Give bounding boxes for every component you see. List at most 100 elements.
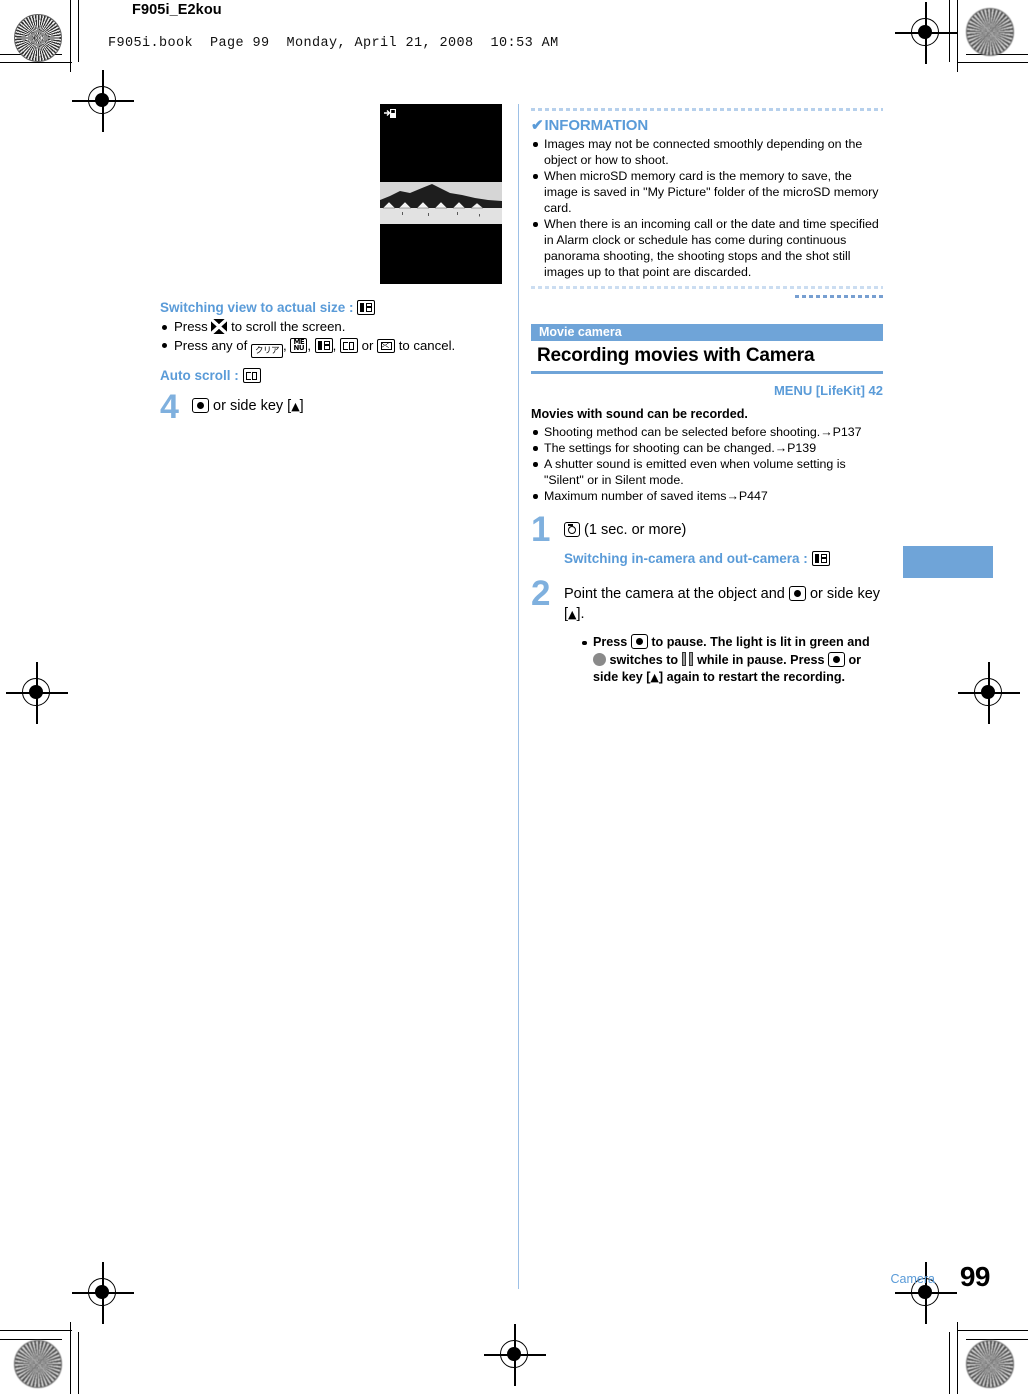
note-part-3: switches to [609, 652, 679, 667]
information-block: ✔INFORMATION Images may not be connected… [531, 108, 883, 303]
information-bottom-rule [531, 286, 883, 289]
section-underline [531, 371, 883, 375]
left-bullet-list: Press to scroll the screen. Press any of… [160, 318, 502, 358]
menu-key-icon: ME NU [290, 337, 308, 353]
step-body: (1 sec. or more) [564, 520, 883, 540]
switching-actual-size-heading: Switching view to actual size : [160, 300, 502, 315]
crop-line-inner-right-v [949, 0, 951, 62]
dpad-icon [211, 319, 228, 334]
page-footer: Camera 99 [0, 1261, 1028, 1302]
sep: , [282, 337, 291, 353]
registration-mark-top-left-lower [72, 70, 134, 132]
menu-path-line: MENU [LifeKit] 42 [773, 383, 883, 399]
left-column: Switching view to actual size : Press to… [160, 104, 502, 424]
list-item: A shutter sound is emitted even when vol… [531, 456, 883, 488]
list-item: The settings for shooting can be changed… [531, 440, 883, 456]
step-1: 1 (1 sec. or more) Switching in-camera a… [531, 512, 883, 567]
crop-line-inner-bl-v [78, 1332, 80, 1394]
section-tag-label: Movie camera [539, 325, 622, 339]
up-arrow-glyph: ▲ [568, 608, 577, 622]
mail-key-icon [377, 338, 396, 353]
or-word: or [361, 337, 374, 353]
crop-line-bottom-left-v [70, 1322, 72, 1394]
up-arrow-glyph: ▲ [291, 399, 300, 413]
section-side-tab [903, 546, 993, 578]
list-item: When there is an incoming call or the da… [531, 216, 883, 280]
step-number: 4 [160, 387, 179, 426]
list-item: Press to pause. The light is lit in gree… [580, 634, 883, 687]
photo-key-icon [811, 551, 830, 567]
section-lead: Movies with sound can be recorded. [531, 407, 748, 422]
information-top-rule [531, 108, 883, 111]
step-body: or side key [▲] [192, 397, 502, 416]
print-rosette-bottom-right [966, 1340, 1014, 1388]
bullet-text-post: to scroll the screen. [231, 319, 346, 334]
camera-key-icon [564, 522, 580, 538]
switching-camera-heading: Switching in-camera and out-camera : [564, 551, 883, 567]
up-arrow-glyph: ▲ [650, 671, 659, 685]
document-id: F905i_E2kou [132, 2, 222, 18]
registration-mark-left-middle [6, 662, 68, 724]
crop-line-inner-br-v [949, 1332, 951, 1394]
photo-key-icon [314, 337, 333, 353]
column-divider [518, 104, 520, 1289]
print-rosette-top-right [966, 8, 1014, 56]
crop-line-inner-left-v [78, 0, 80, 62]
manual-page: F905i_E2kou F905i.book Page 99 Monday, A… [0, 0, 1028, 1394]
center-key-icon [788, 586, 806, 602]
step-text: (1 sec. or more) [584, 522, 687, 539]
book-key-icon [242, 367, 261, 383]
section-title: Recording movies with Camera [537, 345, 815, 366]
sep: , [332, 337, 340, 353]
clear-key-icon: クリア [250, 343, 283, 358]
right-column: ✔INFORMATION Images may not be connected… [531, 104, 883, 687]
step-number: 2 [531, 574, 551, 614]
list-item: When microSD memory card is the memory t… [531, 168, 883, 216]
information-bottom-rule-accent [795, 295, 883, 298]
switching-actual-size-label: Switching view to actual size : [160, 300, 354, 315]
list-item: Maximum number of saved items→P447 [531, 488, 883, 504]
panorama-photo [380, 182, 502, 224]
footer-section-name: Camera [890, 1272, 935, 1286]
step-text-c: ]. [576, 606, 585, 623]
information-title-text: INFORMATION [544, 117, 649, 134]
registration-mark-right-middle [958, 662, 1020, 724]
book-info-line: F905i.book Page 99 Monday, April 21, 200… [108, 36, 559, 51]
step-text-a: Point the camera at the object and [564, 586, 785, 603]
print-rosette-top-left [14, 14, 62, 62]
print-rosette-bottom-left [14, 1340, 62, 1388]
step-4: 4 or side key [▲] [160, 390, 502, 424]
auto-scroll-heading: Auto scroll : [160, 367, 502, 383]
bullet-text-pre: Press any of [174, 337, 248, 353]
note-part-2: to pause. The light is lit in green and [651, 635, 870, 650]
center-key-icon [630, 634, 648, 650]
step-text-end: ] [299, 397, 304, 414]
center-key-icon [192, 397, 209, 413]
footer-page-number: 99 [959, 1261, 991, 1292]
bullet-text-post: to cancel. [398, 337, 456, 353]
record-lamp-icon [593, 652, 606, 666]
phone-screenshot [380, 104, 502, 284]
section-lead-bullets: Shooting method can be selected before s… [531, 424, 883, 504]
crop-line-top-left-h [0, 62, 72, 64]
photo-key-icon [357, 300, 376, 315]
list-item: Images may not be connected smoothly dep… [531, 136, 883, 168]
pause-icon [682, 651, 694, 666]
step-number: 1 [531, 510, 551, 550]
crop-line-top-right-h [957, 62, 1028, 64]
list-item: Press any of クリア, ME NU, , or to cancel. [160, 337, 502, 358]
step-2-notes: Press to pause. The light is lit in gree… [580, 634, 883, 687]
memory-card-save-icon [384, 109, 396, 118]
note-part-7: ] again to restart the recording. [658, 670, 846, 685]
switching-camera-label: Switching in-camera and out-camera : [564, 551, 808, 567]
center-key-icon [827, 651, 845, 667]
note-part-1: Press [593, 635, 628, 650]
crop-line-bottom-right-v [957, 1322, 959, 1394]
crop-line-bottom-left-h [0, 1330, 72, 1332]
note-part-4: while in pause. Press [697, 652, 825, 667]
list-item: Shooting method can be selected before s… [531, 424, 883, 440]
step-2: 2 Point the camera at the object and or … [531, 576, 883, 687]
list-item: Press to scroll the screen. [160, 318, 502, 336]
step-body: Point the camera at the object and or si… [564, 584, 883, 625]
section-tag-band: Movie camera [531, 324, 883, 341]
